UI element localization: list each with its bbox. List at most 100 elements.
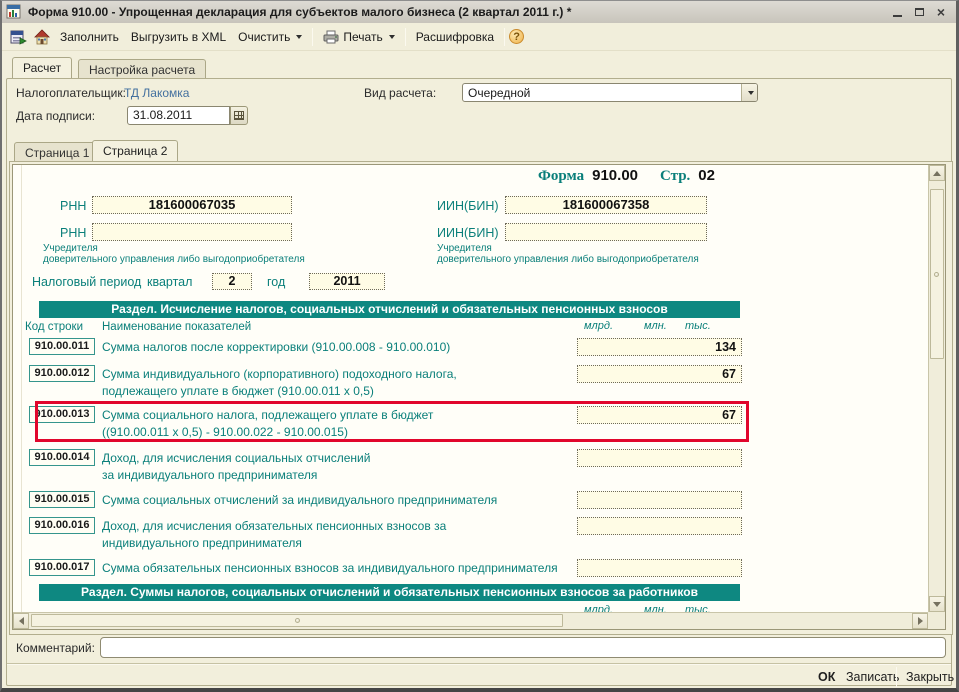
chevron-down-icon: [296, 35, 302, 39]
vertical-scrollbar-thumb[interactable]: [930, 189, 944, 359]
form-number: 910.00: [592, 167, 638, 184]
printer-icon: [323, 30, 339, 44]
taxpayer-value[interactable]: ТД Лакомка: [124, 86, 189, 100]
clear-button[interactable]: Очистить: [232, 27, 308, 47]
toolbar-separator: [312, 28, 313, 46]
help-icon[interactable]: ?: [509, 29, 524, 44]
iin-founder-field[interactable]: [505, 223, 707, 241]
row-description: Доход, для исчисления социальных отчисле…: [102, 450, 370, 484]
page-word: Стр.: [660, 168, 690, 185]
row-code: 910.00.017: [29, 559, 95, 576]
unit-label: млн.: [644, 320, 667, 332]
print-button[interactable]: Печать: [317, 27, 400, 47]
decode-button[interactable]: Расшифровка: [410, 27, 500, 47]
vertical-scrollbar[interactable]: [928, 165, 945, 612]
row-value-field[interactable]: 67: [577, 365, 742, 383]
ok-button[interactable]: ОК: [814, 668, 839, 686]
calendar-icon: [234, 111, 244, 120]
unit-label: млн.: [644, 604, 667, 612]
scrollbar-corner: [928, 612, 945, 629]
quarter-label: квартал: [147, 275, 192, 289]
form-header: Форма 910.00 Стр. 02: [538, 167, 715, 185]
form-scroll-area: Форма 910.00 Стр. 02 РНН 181600067035 ИИ…: [12, 164, 946, 630]
iin-field[interactable]: 181600067358: [505, 196, 707, 214]
founder-note-line1: Учредителя: [43, 243, 98, 254]
units-row: млрд. млн. тыс.: [577, 320, 742, 333]
calc-type-select[interactable]: Очередной: [462, 83, 758, 102]
page-margin-line: [21, 165, 22, 612]
rnn-founder-field[interactable]: [92, 223, 292, 241]
section1-header: Раздел. Исчисление налогов, социальных о…: [39, 301, 740, 318]
column-header-code: Код строки: [25, 321, 83, 333]
scroll-left-button[interactable]: [13, 613, 29, 629]
year-label: год: [267, 275, 285, 289]
sign-date-input[interactable]: 31.08.2011: [127, 106, 230, 125]
row-description: Сумма налогов после корректировки (910.0…: [102, 339, 450, 356]
toolbar-separator: [504, 28, 505, 46]
scroll-up-button[interactable]: [929, 165, 945, 181]
row-code: 910.00.011: [29, 338, 95, 355]
row-description: Доход, для исчисления обязательных пенси…: [102, 518, 446, 552]
clear-button-label: Очистить: [238, 30, 290, 44]
row-value-field[interactable]: [577, 491, 742, 509]
calc-type-label: Вид расчета:: [364, 86, 436, 100]
founder-note-line2: доверительного управления либо выгодопри…: [43, 254, 305, 265]
founder-note-line1: Учредителя: [437, 243, 492, 254]
open-form-icon[interactable]: [9, 28, 27, 46]
title-bar: Форма 910.00 - Упрощенная декларация для…: [2, 1, 956, 23]
print-button-label: Печать: [343, 30, 382, 44]
chevron-down-icon: [748, 91, 754, 95]
rnn-field[interactable]: 181600067035: [92, 196, 292, 214]
section2-header: Раздел. Суммы налогов, социальных отчисл…: [39, 584, 740, 601]
unit-label: млрд.: [584, 604, 613, 612]
comment-input[interactable]: [100, 637, 946, 658]
save-button[interactable]: Записать: [842, 668, 903, 686]
row-value-field[interactable]: 134: [577, 338, 742, 356]
fill-button[interactable]: Заполнить: [54, 27, 125, 47]
calc-type-value: Очередной: [463, 86, 741, 100]
combo-dropdown-button[interactable]: [741, 84, 757, 101]
rnn-label: РНН: [60, 199, 86, 213]
row-code: 910.00.016: [29, 517, 95, 534]
tab-page-1[interactable]: Страница 1: [14, 142, 100, 161]
row-code: 910.00.014: [29, 449, 95, 466]
row-description: Сумма обязательных пенсионных взносов за…: [102, 560, 558, 577]
column-header-name: Наименование показателей: [102, 321, 251, 333]
iin-label: ИИН(БИН): [437, 199, 499, 213]
close-icon[interactable]: ×: [934, 5, 948, 19]
row-value-field[interactable]: [577, 449, 742, 467]
close-button[interactable]: Закрыть: [902, 668, 958, 686]
scroll-right-button[interactable]: [912, 613, 928, 629]
row-description: Сумма социальных отчислений за индивидуа…: [102, 492, 497, 509]
toolbar-separator: [405, 28, 406, 46]
tax-period-label: Налоговый период: [32, 275, 141, 289]
row-code: 910.00.012: [29, 365, 95, 382]
minimize-icon[interactable]: [890, 5, 904, 19]
comment-label: Комментарий:: [16, 641, 95, 655]
tab-page-2[interactable]: Страница 2: [92, 140, 178, 161]
export-xml-button[interactable]: Выгрузить в XML: [125, 27, 232, 47]
organization-icon[interactable]: [33, 28, 51, 46]
unit-label: млрд.: [584, 320, 613, 332]
calendar-button[interactable]: [230, 106, 248, 125]
row-value-field[interactable]: [577, 517, 742, 535]
tab-calculation[interactable]: Расчет: [12, 57, 72, 78]
taxpayer-label: Налогоплательщик:: [16, 86, 126, 100]
button-separator: [896, 667, 897, 687]
row-code: 910.00.015: [29, 491, 95, 508]
form-word: Форма: [538, 168, 584, 185]
toolbar: Заполнить Выгрузить в XML Очистить Печат…: [2, 23, 956, 51]
maximize-icon[interactable]: [912, 5, 926, 19]
quarter-field[interactable]: 2: [212, 273, 252, 290]
app-window: Форма 910.00 - Упрощенная декларация для…: [0, 0, 959, 692]
row-value-field[interactable]: [577, 559, 742, 577]
tab-calculation-settings[interactable]: Настройка расчета: [78, 59, 206, 78]
window-title: Форма 910.00 - Упрощенная декларация для…: [28, 5, 890, 19]
founder-note-line2: доверительного управления либо выгодопри…: [437, 254, 699, 265]
scroll-down-button[interactable]: [929, 596, 945, 612]
year-field[interactable]: 2011: [309, 273, 385, 290]
horizontal-scrollbar[interactable]: [13, 612, 928, 629]
unit-label: тыс.: [685, 320, 711, 332]
sign-date-label: Дата подписи:: [16, 109, 95, 123]
horizontal-scrollbar-thumb[interactable]: [31, 614, 563, 627]
